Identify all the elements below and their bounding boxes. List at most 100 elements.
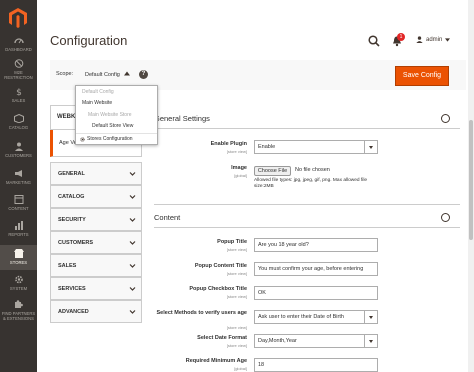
- scope-dropdown: Default Config Main Website Main Website…: [75, 85, 158, 145]
- select-value: Ask user to enter their Date of Birth: [258, 314, 344, 320]
- file-status: No file chosen: [295, 167, 330, 173]
- scope-label: Scope:: [56, 71, 74, 77]
- field-scope: [store view]: [226, 343, 247, 348]
- user-menu[interactable]: admin: [416, 36, 451, 43]
- magento-logo-icon[interactable]: [9, 8, 27, 28]
- enable-plugin-select[interactable]: Enable: [254, 140, 378, 154]
- user-icon: [416, 36, 423, 43]
- field-scope: [store view]: [226, 294, 247, 299]
- nav-label: CONTENT: [8, 206, 29, 211]
- scope-option-default-store-view[interactable]: Default Store View: [92, 123, 133, 129]
- person-icon: [14, 142, 23, 151]
- nav-item-system[interactable]: SYSTEM: [0, 275, 37, 291]
- tab-group-catalog[interactable]: CATALOG: [50, 185, 142, 208]
- dashboard-icon: [13, 38, 24, 44]
- nav-item-marketing[interactable]: MARKETING: [0, 169, 37, 185]
- select-value: Day,Month,Year: [258, 338, 297, 344]
- popup-checkbox-title-input[interactable]: OK: [254, 286, 378, 300]
- nav-item-sales[interactable]: $ SALES: [0, 87, 37, 103]
- tab-group-label: SERVICES: [58, 286, 86, 292]
- field-label-image: Image: [231, 165, 247, 171]
- bar-chart-icon: [14, 221, 23, 230]
- field-label-popup-title: Popup Title: [217, 239, 247, 245]
- scope-option-default-config: Default Config: [82, 89, 114, 95]
- field-label-enable-plugin: Enable Plugin: [210, 141, 247, 147]
- dollar-icon: $: [16, 88, 22, 96]
- nav-label: CUSTOMERS: [5, 153, 32, 158]
- nav-label: STORES: [9, 260, 28, 265]
- save-config-button[interactable]: Save Config: [395, 66, 449, 86]
- user-name: admin: [426, 36, 443, 43]
- tab-group-advanced[interactable]: ADVANCED: [50, 300, 142, 323]
- popup-content-title-input[interactable]: You must confirm your age, before enteri…: [254, 262, 378, 276]
- box-icon: [13, 114, 24, 123]
- scope-switcher[interactable]: Default Config: [85, 71, 131, 78]
- minimum-age-input[interactable]: 18: [254, 358, 378, 372]
- nav-item-reports[interactable]: REPORTS: [0, 221, 37, 237]
- chevron-down-icon: [129, 195, 136, 199]
- verify-method-select[interactable]: Ask user to enter their Date of Birth: [254, 310, 378, 324]
- nav-label: SALES: [11, 98, 26, 103]
- chevron-down-icon: [129, 264, 136, 268]
- nav-item-dashboard[interactable]: DASHBOARD: [0, 36, 37, 52]
- tab-group-label: GENERAL: [58, 171, 85, 177]
- tab-group-customers[interactable]: CUSTOMERS: [50, 231, 142, 254]
- search-icon[interactable]: [368, 35, 380, 47]
- help-icon[interactable]: ?: [139, 70, 148, 79]
- tab-group-label: CUSTOMERS: [58, 240, 94, 246]
- nav-label: MARKETING: [6, 180, 31, 185]
- nav-item-find-partners[interactable]: FIND PARTNERS & EXTENSIONS: [0, 300, 37, 321]
- restriction-icon: [14, 59, 23, 68]
- tab-group-label: ADVANCED: [58, 309, 89, 315]
- field-label-popup-content-title: Popup Content Title: [194, 263, 247, 269]
- scrollbar-thumb[interactable]: [469, 120, 473, 240]
- nav-item-catalog[interactable]: CATALOG: [0, 114, 37, 130]
- nav-label: FIND PARTNERS & EXTENSIONS: [1, 311, 36, 321]
- chevron-down-icon: [129, 287, 136, 291]
- chevron-down-icon: [445, 37, 451, 42]
- date-format-select[interactable]: Day,Month,Year: [254, 334, 378, 348]
- section-divider: [154, 128, 460, 129]
- field-label-verify-method: Select Methods to verify users age: [156, 310, 247, 316]
- collapse-toggle-icon[interactable]: [441, 213, 450, 222]
- field-scope: [store view]: [226, 271, 247, 276]
- tab-group-sales[interactable]: SALES: [50, 254, 142, 277]
- tab-group-security[interactable]: SECURITY: [50, 208, 142, 231]
- section-title-general-settings: General Settings: [154, 114, 210, 123]
- nav-label: DASHBOARD: [5, 47, 32, 52]
- field-label-popup-checkbox-title: Popup Checkbox Title: [189, 286, 247, 292]
- page-title: Configuration: [50, 33, 128, 48]
- scope-current: Default Config: [85, 72, 120, 78]
- nav-label: M2E RESTRICTION: [4, 70, 33, 80]
- field-label-date-format: Select Date Format: [197, 335, 247, 341]
- file-note: Allowed file types: jpg, jpeg, gif, png.…: [254, 178, 368, 189]
- field-scope: [global]: [234, 173, 247, 178]
- nav-item-customers[interactable]: CUSTOMERS: [0, 142, 37, 158]
- admin-sidebar: DASHBOARD M2E RESTRICTION $ SALES CATALO…: [0, 0, 37, 372]
- choose-file-button[interactable]: Choose File: [254, 166, 291, 176]
- section-title-content: Content: [154, 213, 181, 222]
- nav-label: REPORTS: [8, 232, 29, 237]
- stores-configuration-label: Stores Configuration: [87, 136, 133, 142]
- chevron-down-icon: [364, 311, 377, 323]
- section-divider: [154, 204, 460, 205]
- field-scope: [store view]: [226, 149, 247, 154]
- gear-icon: [14, 275, 23, 284]
- popup-title-input[interactable]: Are you 18 year old?: [254, 238, 378, 252]
- tab-group-services[interactable]: SERVICES: [50, 277, 142, 300]
- chevron-down-icon: [129, 310, 136, 314]
- stores-configuration-link[interactable]: Stores Configuration: [80, 136, 133, 142]
- dropdown-divider: [76, 133, 157, 134]
- tab-group-general[interactable]: GENERAL: [50, 162, 142, 185]
- tab-group-label: SECURITY: [58, 217, 86, 223]
- megaphone-icon: [14, 170, 22, 177]
- nav-item-restriction[interactable]: M2E RESTRICTION: [0, 59, 37, 80]
- scope-option-main-website[interactable]: Main Website: [82, 100, 112, 106]
- collapse-toggle-icon[interactable]: [441, 114, 450, 123]
- nav-item-content[interactable]: CONTENT: [0, 195, 37, 211]
- field-scope: [global]: [234, 366, 247, 371]
- svg-text:$: $: [16, 88, 22, 96]
- nav-item-stores[interactable]: STORES: [0, 245, 37, 270]
- section-divider: [154, 227, 460, 228]
- puzzle-icon: [14, 300, 23, 308]
